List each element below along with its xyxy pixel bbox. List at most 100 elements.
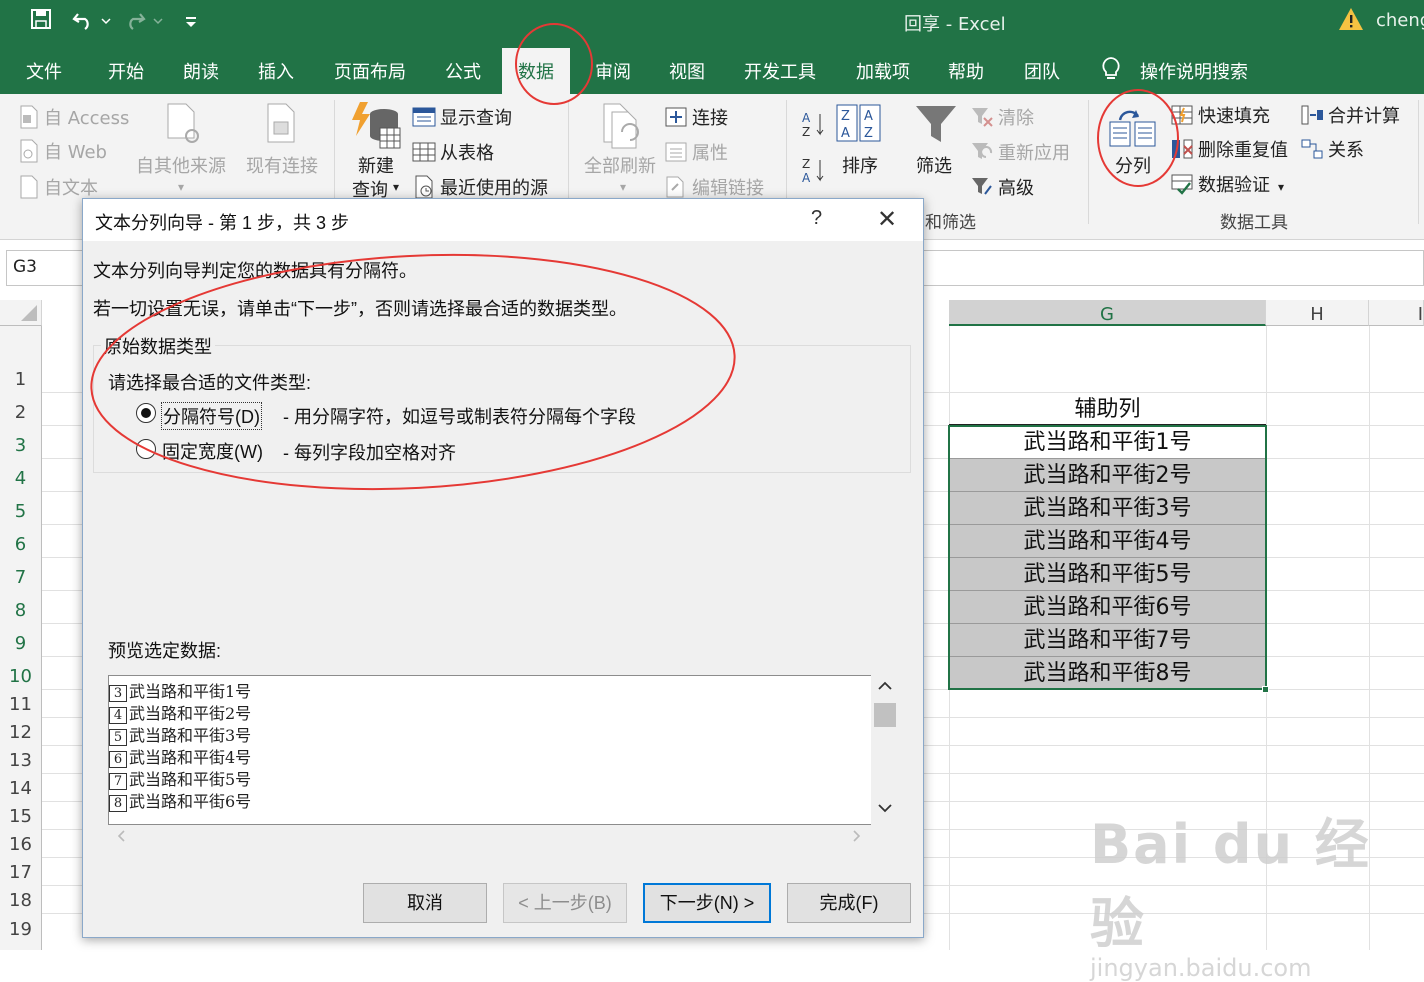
from-web-button[interactable]: 自 Web [18, 138, 107, 168]
from-access-button[interactable]: 自 Access [18, 104, 129, 134]
data-validation-button[interactable]: 数据验证 ▾ [1170, 171, 1284, 200]
cell-g2-header[interactable]: 辅助列 [949, 393, 1266, 425]
reapply-button[interactable]: 重新应用 [970, 139, 1070, 168]
row-header-3[interactable]: 3 [0, 425, 42, 458]
cell-g5[interactable]: 武当路和平街3号 [949, 491, 1266, 524]
tab-help[interactable]: 帮助 [948, 58, 984, 84]
new-query-label-1[interactable]: 新建 [358, 152, 394, 178]
row-header-12[interactable]: 12 [0, 717, 42, 745]
flash-fill-button[interactable]: 快速填充 [1170, 102, 1270, 131]
tab-page-layout[interactable]: 页面布局 [334, 58, 406, 84]
row-header-5[interactable]: 5 [0, 491, 42, 524]
fixed-width-radio[interactable] [136, 439, 156, 459]
properties-label: 属性 [692, 143, 728, 164]
preview-row-text: 武当路和平街6号 [129, 792, 252, 811]
fixed-width-option-label[interactable]: 固定宽度(W) [162, 438, 263, 464]
tab-developer[interactable]: 开发工具 [744, 58, 816, 84]
warning-icon[interactable] [1338, 6, 1364, 36]
sort-descending-icon[interactable]: ZA [802, 156, 826, 190]
other-sources-button[interactable]: 自其他来源 [136, 152, 226, 178]
redo-icon[interactable] [124, 8, 164, 36]
column-header-i[interactable]: I [1369, 300, 1424, 326]
filter-button[interactable]: 筛选 [916, 152, 952, 178]
consolidate-button[interactable]: 合并计算 [1300, 102, 1400, 131]
preview-vertical-scrollbar[interactable] [871, 675, 899, 825]
text-to-columns-button[interactable]: 分列 [1115, 152, 1151, 178]
tell-me-search[interactable]: 操作说明搜索 [1140, 58, 1248, 84]
row-header-9[interactable]: 9 [0, 623, 42, 656]
undo-icon[interactable] [72, 8, 112, 36]
preview-horizontal-scrollbar[interactable] [108, 825, 898, 847]
tab-add-ins[interactable]: 加载项 [856, 58, 910, 84]
user-name[interactable]: cheng [1376, 10, 1424, 31]
cell-g4[interactable]: 武当路和平街2号 [949, 458, 1266, 491]
customize-quick-access-icon[interactable] [184, 8, 198, 36]
data-validation-dropdown-icon[interactable]: ▾ [1278, 180, 1284, 194]
help-button[interactable]: ? [811, 207, 822, 230]
cancel-button[interactable]: 取消 [363, 883, 487, 923]
tab-review[interactable]: 审阅 [595, 58, 631, 84]
data-preview-box[interactable]: 3 武当路和平街1号 4 武当路和平街2号 5 武当路和平街3号 6 武当路和平街4号 … [108, 675, 898, 825]
row-header-8[interactable]: 8 [0, 590, 42, 623]
sort-ascending-icon[interactable]: AZ [802, 110, 826, 144]
advanced-filter-button[interactable]: 高级 [970, 174, 1034, 203]
clear-button[interactable]: 清除 [970, 104, 1034, 133]
row-header-2[interactable]: 2 [0, 392, 42, 425]
tab-data[interactable]: 数据 [502, 48, 570, 94]
other-sources-dropdown-icon[interactable]: ▾ [178, 180, 184, 194]
row-header-13[interactable]: 13 [0, 745, 42, 773]
tab-team[interactable]: 团队 [1024, 58, 1060, 84]
row-header-4[interactable]: 4 [0, 458, 42, 491]
properties-button[interactable]: 属性 [664, 139, 728, 168]
select-all-corner[interactable] [0, 300, 42, 326]
delimited-radio[interactable] [136, 403, 156, 423]
dialog-title-bar[interactable]: 文本分列向导 - 第 1 步，共 3 步 ? ✕ [83, 199, 923, 241]
formula-bar[interactable] [922, 250, 1424, 286]
row-header-1[interactable]: 1 [0, 326, 42, 392]
cell-g10[interactable]: 武当路和平街8号 [949, 656, 1266, 689]
refresh-all-button[interactable]: 全部刷新 [584, 152, 656, 178]
close-button[interactable]: ✕ [877, 205, 897, 234]
tab-read-aloud[interactable]: 朗读 [183, 58, 219, 84]
refresh-dropdown-icon[interactable]: ▾ [620, 180, 626, 194]
finish-button[interactable]: 完成(F) [787, 883, 911, 923]
row-header-7[interactable]: 7 [0, 557, 42, 590]
name-box[interactable]: G3 [6, 250, 84, 286]
column-header-h[interactable]: H [1266, 300, 1369, 326]
remove-duplicates-button[interactable]: 删除重复值 [1170, 136, 1288, 165]
row-header-19[interactable]: 19 [0, 913, 42, 950]
tab-file[interactable]: 文件 [26, 58, 62, 84]
row-header-6[interactable]: 6 [0, 524, 42, 557]
from-table-button[interactable]: 从表格 [412, 139, 494, 168]
relationships-button[interactable]: 关系 [1300, 136, 1364, 165]
back-button[interactable]: < 上一步(B) [503, 883, 627, 923]
tab-home[interactable]: 开始 [108, 58, 144, 84]
sort-button[interactable]: 排序 [842, 152, 878, 178]
show-queries-button[interactable]: 显示查询 [412, 104, 512, 133]
cell-g9[interactable]: 武当路和平街7号 [949, 623, 1266, 656]
tab-view[interactable]: 视图 [669, 58, 705, 84]
row-header-10[interactable]: 10 [0, 656, 42, 689]
save-icon[interactable] [30, 8, 52, 36]
connections-button[interactable]: 连接 [664, 104, 728, 133]
column-header-g[interactable]: G [949, 300, 1266, 326]
next-button[interactable]: 下一步(N) > [643, 883, 771, 923]
row-header-11[interactable]: 11 [0, 689, 42, 717]
tab-insert[interactable]: 插入 [258, 58, 294, 84]
row-header-17[interactable]: 17 [0, 857, 42, 885]
cell-g8[interactable]: 武当路和平街6号 [949, 590, 1266, 623]
cell-g6[interactable]: 武当路和平街4号 [949, 524, 1266, 557]
cell-g7[interactable]: 武当路和平街5号 [949, 557, 1266, 590]
row-header-16[interactable]: 16 [0, 829, 42, 857]
tab-formulas[interactable]: 公式 [445, 58, 481, 84]
row-header-14[interactable]: 14 [0, 773, 42, 801]
delimited-option-label[interactable]: 分隔符号(D) [161, 402, 262, 430]
new-query-dropdown-icon[interactable]: ▾ [393, 180, 399, 194]
delimited-option-description: - 用分隔字符，如逗号或制表符分隔每个字段 [283, 407, 636, 427]
cell-g3[interactable]: 武当路和平街1号 [949, 426, 1266, 458]
row-header-18[interactable]: 18 [0, 885, 42, 913]
existing-connections-button[interactable]: 现有连接 [246, 152, 318, 178]
fill-handle[interactable] [1262, 686, 1269, 693]
row-header-15[interactable]: 15 [0, 801, 42, 829]
preview-row: 6 武当路和平街4号 [109, 744, 251, 768]
